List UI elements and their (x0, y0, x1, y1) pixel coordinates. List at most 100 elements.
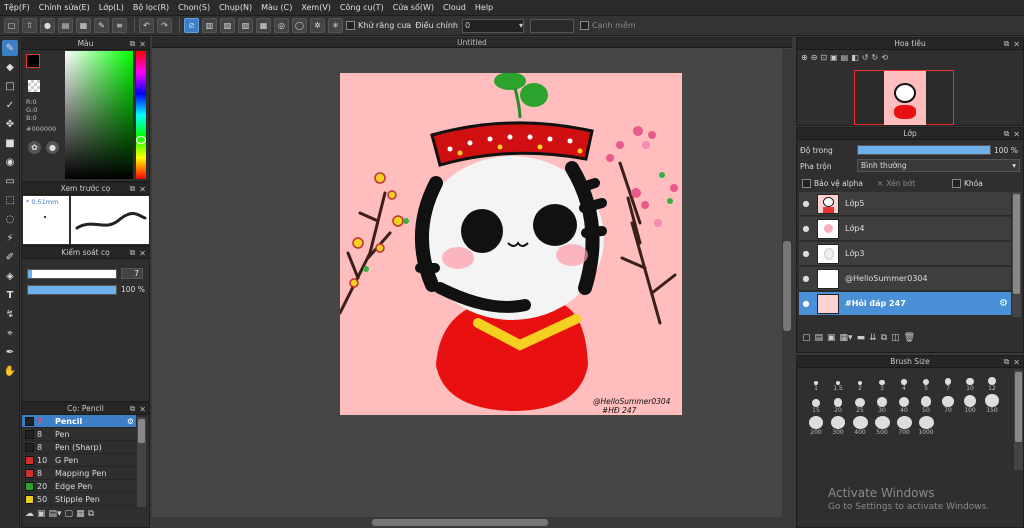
snap-cross-icon[interactable]: ▧ (220, 18, 235, 33)
brush-size-option[interactable]: 50 (915, 394, 937, 414)
layers-icon[interactable]: ▦ (76, 18, 91, 33)
snap-settings-icon[interactable]: ✲ (310, 18, 325, 33)
snap-star-icon[interactable]: ✳ (328, 18, 343, 33)
lock-checkbox[interactable] (952, 179, 961, 188)
snap-grid-icon[interactable]: ▦ (256, 18, 271, 33)
menu-help[interactable]: Help (475, 3, 493, 12)
brush-size-option[interactable]: 70 (937, 394, 959, 414)
scrollbar-thumb[interactable] (1013, 194, 1020, 294)
wand-tool-icon[interactable]: ⚡ (2, 230, 18, 246)
brush-duplicate-icon[interactable]: ⧉ (88, 509, 94, 519)
gradient-tool-icon[interactable]: ▭ (2, 173, 18, 189)
fit-icon[interactable]: ⊡ (820, 53, 827, 62)
brush-size-option[interactable]: 40 (893, 394, 915, 414)
layer-opacity-slider[interactable] (857, 145, 991, 155)
brush-cloud-icon[interactable]: ☁ (25, 509, 34, 519)
brush-size-option[interactable]: 12 (981, 372, 1003, 392)
scrollbar-thumb[interactable] (138, 419, 145, 443)
gear-icon[interactable]: ⚙ (999, 298, 1008, 309)
brush-size-option[interactable]: 700 (893, 416, 915, 436)
tool-icon[interactable]: ✎ (94, 18, 109, 33)
close-icon[interactable]: ✕ (1013, 358, 1020, 367)
brush-size-option[interactable]: 150 (981, 394, 1003, 414)
saturation-value-picker[interactable] (65, 51, 133, 179)
brush-copy-icon[interactable]: ▢ (65, 509, 74, 519)
brush-add-icon[interactable]: ▣ (37, 509, 46, 519)
eye-icon[interactable]: ● (799, 249, 813, 258)
brush-size-option[interactable]: 30 (871, 394, 893, 414)
color-wheel-icon[interactable]: ● (46, 141, 59, 154)
brush-size-option[interactable]: 500 (871, 416, 893, 436)
eraser-tool-icon[interactable]: ◆ (2, 59, 18, 75)
new-file-icon[interactable]: ▢ (4, 18, 19, 33)
pen-tool-icon[interactable]: ✒ (2, 344, 18, 360)
blend-mode-select[interactable]: Bình thường ▾ (857, 159, 1020, 172)
undo-icon[interactable]: ↶ (139, 18, 154, 33)
undock-icon[interactable]: ⧉ (130, 404, 136, 414)
duplicate-layer-icon[interactable]: ⧉ (881, 333, 887, 343)
brush-size-option[interactable]: 25 (849, 394, 871, 414)
layer-row[interactable]: ● Lớp4 (799, 217, 1011, 241)
protect-alpha-option[interactable]: Bảo vệ alpha (802, 179, 863, 188)
flip-icon[interactable]: ◧ (851, 53, 859, 62)
eye-icon[interactable]: ● (799, 199, 813, 208)
move-tool-icon[interactable]: ✥ (2, 116, 18, 132)
reset-view-icon[interactable]: ▤ (841, 53, 849, 62)
navigator-viewport[interactable] (854, 70, 954, 125)
menu-tools[interactable]: Công cụ(T) (340, 3, 384, 12)
layer-scrollbar[interactable] (1012, 192, 1021, 317)
close-icon[interactable]: ✕ (139, 185, 146, 194)
mask-icon[interactable]: ◫ (891, 333, 900, 343)
merge-down-icon[interactable]: ⇊ (869, 333, 877, 343)
brush-size-option[interactable]: 1000 (915, 416, 937, 436)
brush-size-option[interactable]: 7 (937, 372, 959, 392)
select-eraser-icon[interactable]: ◈ (2, 268, 18, 284)
brush-list-scrollbar[interactable] (137, 417, 146, 507)
eye-icon[interactable]: ● (799, 274, 813, 283)
undock-icon[interactable]: ⧉ (130, 184, 136, 194)
export-icon[interactable]: ⇧ (22, 18, 37, 33)
brush-size-scrollbar[interactable] (1014, 370, 1023, 470)
brush-size-option[interactable]: 100 (959, 394, 981, 414)
brush-size-option[interactable]: 1.5 (827, 372, 849, 392)
share-icon[interactable]: ● (40, 18, 55, 33)
scrollbar-thumb[interactable] (372, 519, 548, 526)
folder-icon[interactable]: ▬ (857, 333, 866, 343)
scrollbar-thumb[interactable] (783, 241, 791, 331)
delete-layer-icon[interactable]: 🗑 (904, 333, 915, 343)
brush-size-option[interactable]: 10 (959, 372, 981, 392)
operation-tool-icon[interactable]: ↯ (2, 306, 18, 322)
new-vector-layer-icon[interactable]: ▣ (827, 333, 836, 343)
brush-add-menu-icon[interactable]: ▤▾ (49, 509, 62, 519)
lasso-tool-icon[interactable]: ◌ (2, 211, 18, 227)
select-pen-icon[interactable]: ✐ (2, 249, 18, 265)
brush-size-option[interactable]: 15 (805, 394, 827, 414)
reset-rotation-icon[interactable]: ⟲ (881, 53, 888, 62)
adjust-select[interactable]: 0 ▾ (461, 18, 524, 33)
close-icon[interactable]: ✕ (139, 40, 146, 49)
undock-icon[interactable]: ⧉ (130, 39, 136, 49)
hand-tool-icon[interactable]: ✋ (2, 363, 18, 379)
snap-vanish-icon[interactable]: ▨ (238, 18, 253, 33)
menu-color[interactable]: Màu (C) (261, 3, 292, 12)
new-layer-icon[interactable]: ▢ (802, 333, 811, 343)
scrollbar-thumb[interactable] (1015, 372, 1022, 442)
close-icon[interactable]: ✕ (1013, 130, 1020, 139)
brush-size-option[interactable]: 4 (893, 372, 915, 392)
menu-edit[interactable]: Chỉnh sửa(E) (39, 3, 90, 12)
lock-option[interactable]: Khóa (952, 179, 983, 188)
menu-view[interactable]: Xem(V) (301, 3, 331, 12)
drawing-canvas[interactable]: @HelloSummer0304 #HĐ 247 (340, 73, 682, 415)
menu-filter[interactable]: Bộ lọc(R) (133, 3, 169, 12)
add-layer-menu-icon[interactable]: ▦▾ (840, 333, 853, 343)
palette-icon[interactable]: ✿ (28, 141, 41, 154)
snap-curve-icon[interactable]: ◯ (292, 18, 307, 33)
brush-tool-icon[interactable]: ✎ (2, 40, 18, 56)
snap-circle-icon[interactable]: ◎ (274, 18, 289, 33)
menu-window[interactable]: Cửa số(W) (393, 3, 434, 12)
check-tool-icon[interactable]: ✓ (2, 97, 18, 113)
select-tool-icon[interactable]: ⬚ (2, 192, 18, 208)
brush-size-option[interactable]: 3 (871, 372, 893, 392)
close-icon[interactable]: ✕ (139, 405, 146, 414)
document-tab[interactable]: Untitled (152, 37, 792, 48)
